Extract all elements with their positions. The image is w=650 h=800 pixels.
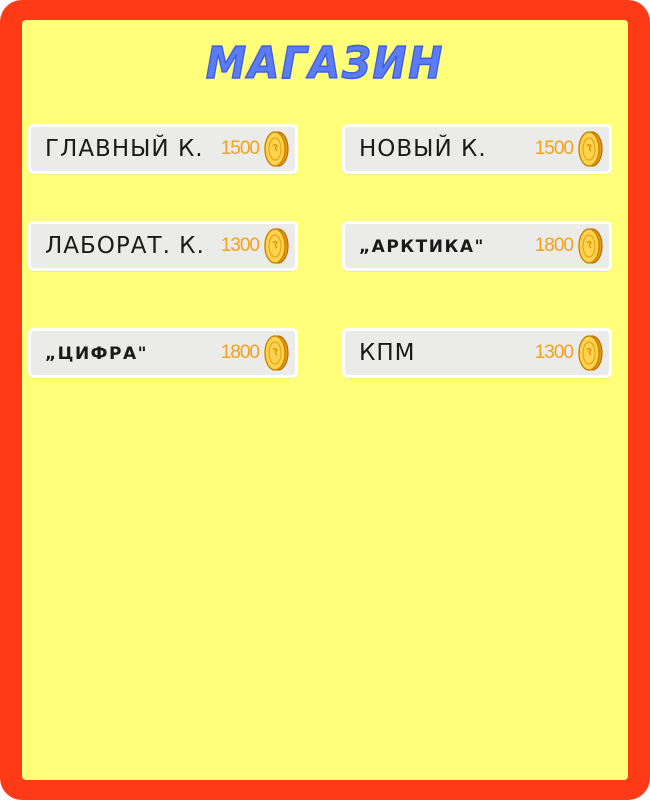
shop-title: МАГАЗИН xyxy=(205,37,445,90)
coin-icon xyxy=(264,131,289,167)
item-name: КПМ xyxy=(359,340,416,366)
item-price: 1300 xyxy=(534,342,574,363)
item-name: „ЦИФРА" xyxy=(45,343,149,364)
item-price: 1500 xyxy=(534,138,574,159)
coin-icon xyxy=(264,228,289,264)
item-name: НОВЫЙ К. xyxy=(359,136,487,162)
item-name: „АРКТИКА" xyxy=(359,236,485,257)
shop-item-kpm[interactable]: КПМ 1300 xyxy=(342,328,612,378)
shop-item-novy[interactable]: НОВЫЙ К. 1500 xyxy=(342,124,612,174)
item-price: 1800 xyxy=(220,342,260,363)
item-price: 1800 xyxy=(534,235,574,256)
coin-icon xyxy=(578,335,603,371)
shop-item-arktika[interactable]: „АРКТИКА" 1800 xyxy=(342,221,612,271)
shop-frame: МАГАЗИН ГЛАВНЫЙ К. 1500 НОВЫЙ К. 1500 ЛА… xyxy=(0,0,650,800)
item-price: 1300 xyxy=(220,235,260,256)
shop-item-cifra[interactable]: „ЦИФРА" 1800 xyxy=(28,328,298,378)
shop-item-glavny[interactable]: ГЛАВНЫЙ К. 1500 xyxy=(28,124,298,174)
shop-panel: МАГАЗИН ГЛАВНЫЙ К. 1500 НОВЫЙ К. 1500 ЛА… xyxy=(22,20,628,780)
coin-icon xyxy=(578,131,603,167)
shop-item-laborat[interactable]: ЛАБОРАТ. К. 1300 xyxy=(28,221,298,271)
coin-icon xyxy=(578,228,603,264)
item-name: ЛАБОРАТ. К. xyxy=(45,233,205,259)
item-name: ГЛАВНЫЙ К. xyxy=(45,136,204,162)
item-price: 1500 xyxy=(220,138,260,159)
coin-icon xyxy=(264,335,289,371)
